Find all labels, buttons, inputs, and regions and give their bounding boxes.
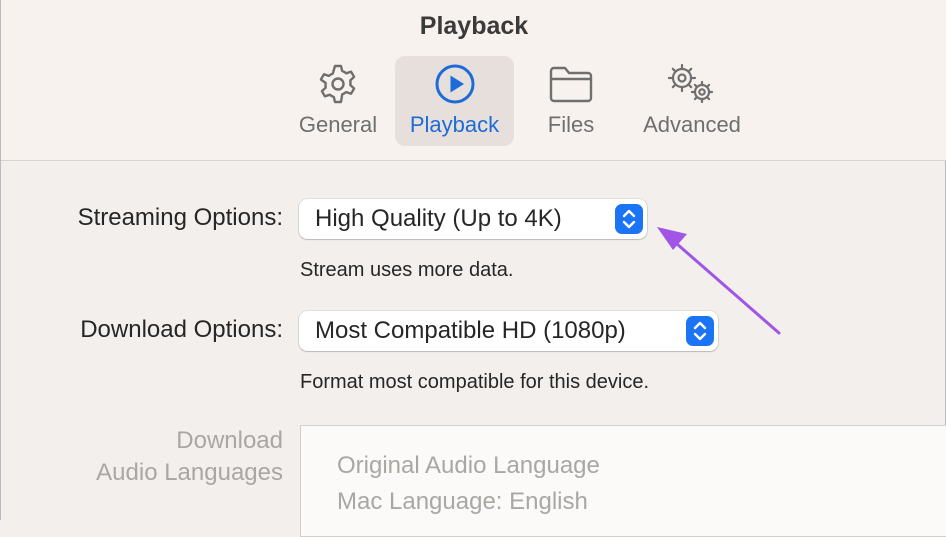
streaming-options-select[interactable]: High Quality (Up to 4K): [299, 199, 647, 239]
gears-icon: [664, 62, 720, 111]
tab-playback-label: Playback: [409, 112, 500, 137]
audio-languages-label: Download Audio Languages: [31, 425, 283, 489]
tab-general[interactable]: General: [289, 56, 387, 146]
audio-languages-label-line2: Audio Languages: [96, 459, 283, 486]
streaming-options-hint: Stream uses more data.: [300, 259, 514, 281]
tab-advanced-label: Advanced: [643, 112, 741, 137]
list-item[interactable]: Original Audio Language: [337, 452, 600, 480]
download-options-label: Download Options:: [80, 316, 283, 343]
folder-icon: [547, 62, 595, 111]
audio-languages-label-line1: Download: [176, 427, 283, 454]
tab-files-label: Files: [547, 112, 595, 137]
tab-files[interactable]: Files: [521, 56, 621, 146]
tab-playback[interactable]: Playback: [395, 56, 514, 146]
updown-chevron-icon: [615, 204, 643, 234]
updown-chevron-icon: [686, 316, 714, 346]
tab-general-label: General: [298, 112, 378, 137]
window-title: Playback: [419, 12, 529, 40]
audio-languages-list[interactable]: Original Audio Language Mac Language: En…: [300, 425, 946, 537]
streaming-options-value: High Quality (Up to 4K): [315, 205, 562, 232]
download-options-select[interactable]: Most Compatible HD (1080p): [299, 311, 718, 351]
gear-icon: [316, 62, 360, 111]
download-options-hint: Format most compatible for this device.: [300, 371, 650, 393]
download-options-value: Most Compatible HD (1080p): [315, 317, 626, 344]
toolbar: Playback General Playback Files Advanced: [1, 0, 946, 161]
list-item[interactable]: Mac Language: English: [337, 488, 588, 516]
play-circle-icon: [433, 62, 477, 111]
streaming-options-label: Streaming Options:: [77, 204, 283, 231]
tab-advanced[interactable]: Advanced: [631, 56, 753, 146]
